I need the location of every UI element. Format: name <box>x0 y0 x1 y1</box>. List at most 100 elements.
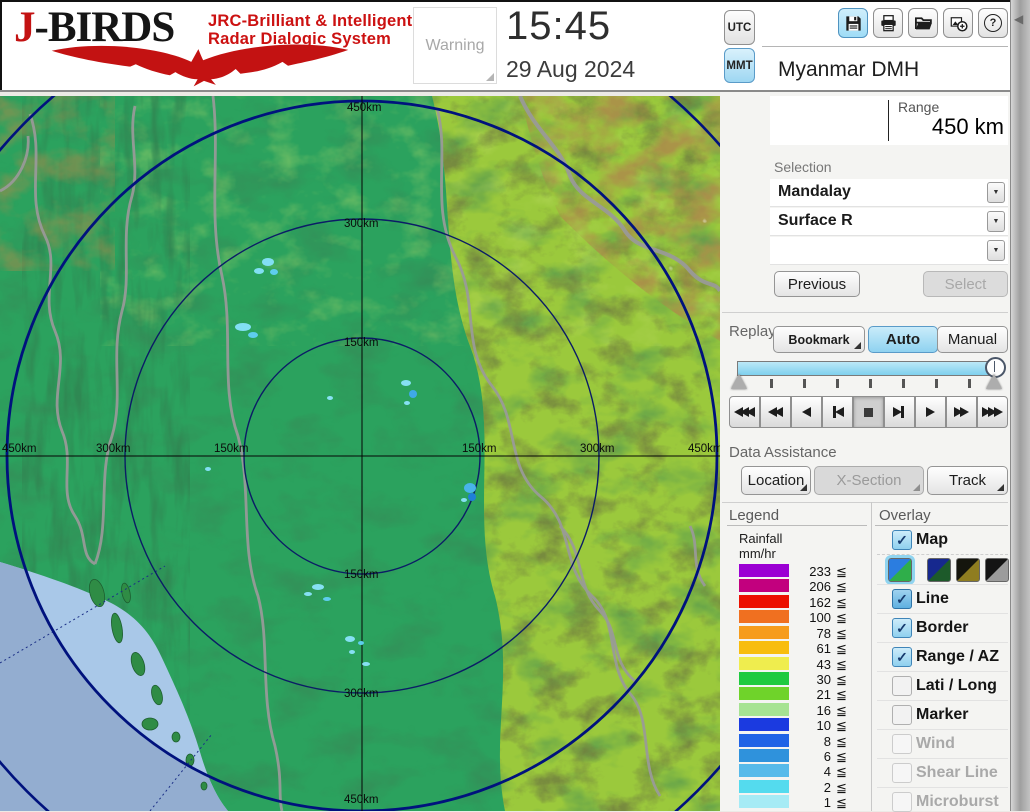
overlay-divider <box>877 671 1008 672</box>
manual-button[interactable]: Manual <box>937 326 1008 353</box>
fastest-forward-button[interactable] <box>977 396 1008 428</box>
map-style-swatch-1[interactable] <box>885 555 915 585</box>
play-reverse-button[interactable] <box>791 396 822 428</box>
radar-map[interactable]: 450km 300km 150km 150km 300km 450km 450k… <box>0 96 720 811</box>
save-icon <box>845 15 861 31</box>
wind-overlay-label: Wind <box>916 735 955 752</box>
legend-swatch <box>739 795 789 808</box>
range-az-checkbox[interactable]: ✓ <box>892 647 912 667</box>
bookmark-label: Bookmark <box>788 332 850 347</box>
j-birds-app: { "header": { "logo": { "brand_j": "J", … <box>0 0 1030 812</box>
slider-start-marker[interactable] <box>731 374 747 389</box>
product-dropdown[interactable]: Surface R ▼ <box>770 208 1008 236</box>
ring-label: 150km <box>214 443 249 455</box>
eagle-logo-icon <box>51 44 349 87</box>
slider-end-marker[interactable] <box>986 374 1002 389</box>
ring-label: 150km <box>462 443 497 455</box>
leq-symbol: ≦ <box>836 641 847 656</box>
auto-button[interactable]: Auto <box>868 326 938 353</box>
help-icon: ? <box>984 14 1002 32</box>
legend-underline <box>727 525 867 526</box>
leq-symbol: ≦ <box>836 718 847 733</box>
rewind-button[interactable] <box>760 396 791 428</box>
overlay-title: Overlay <box>879 507 931 524</box>
legend-swatch <box>739 610 789 623</box>
line-overlay-label: Line <box>916 590 949 607</box>
replay-label: Replay <box>729 323 776 340</box>
lati-long-checkbox[interactable]: ✓ <box>892 676 912 696</box>
overlay-divider <box>877 700 1008 701</box>
select-button: Select <box>923 271 1008 297</box>
leq-symbol: ≦ <box>836 795 847 810</box>
legend-swatch <box>739 780 789 793</box>
collapse-panel-icon[interactable]: ◀ <box>1014 12 1023 26</box>
add-image-button[interactable] <box>943 8 973 38</box>
fast-rewind-button[interactable] <box>729 396 760 428</box>
corner-arrow-icon <box>854 342 861 349</box>
extra-dropdown-arrow[interactable]: ▼ <box>987 240 1005 261</box>
legend-swatch <box>739 641 789 654</box>
extra-dropdown[interactable]: ▼ <box>770 237 1008 265</box>
product-dropdown-arrow[interactable]: ▼ <box>987 211 1005 232</box>
legend-swatch <box>739 703 789 716</box>
slider-tick <box>770 379 773 388</box>
legend-swatch <box>739 564 789 577</box>
ring-label: 150km <box>344 337 379 349</box>
check-icon: ✓ <box>896 648 908 665</box>
leq-symbol: ≦ <box>836 780 847 795</box>
print-button[interactable] <box>873 8 903 38</box>
location-button[interactable]: Location <box>741 466 811 495</box>
utc-button[interactable]: UTC <box>724 10 755 45</box>
marker-overlay-label: Marker <box>916 706 969 723</box>
station-name: Myanmar DMH <box>778 58 920 81</box>
step-forward-button[interactable] <box>884 396 915 428</box>
map-style-swatch-3[interactable] <box>956 558 980 582</box>
slider-tick <box>935 379 938 388</box>
open-folder-button[interactable] <box>908 8 938 38</box>
replay-slider-track[interactable] <box>737 361 995 376</box>
location-label: Location <box>747 472 805 489</box>
help-button[interactable]: ? <box>978 8 1008 38</box>
save-button[interactable] <box>838 8 868 38</box>
legend-swatch <box>739 595 789 608</box>
panel-edge-strip: ◀ <box>1010 0 1030 811</box>
overlay-divider <box>877 729 1008 730</box>
stop-button[interactable] <box>853 396 884 428</box>
range-value: 450 km <box>931 114 1004 139</box>
legend-unit-2: mm/hr <box>739 546 776 561</box>
previous-button[interactable]: Previous <box>774 271 860 297</box>
overlay-divider <box>877 613 1008 614</box>
step-back-button[interactable] <box>822 396 853 428</box>
legend-swatch <box>739 579 789 592</box>
bookmark-button[interactable]: Bookmark <box>773 326 865 353</box>
data-assistance-label: Data Assistance <box>729 444 837 461</box>
header: J-BIRDS JRC-Brilliant & Intelligent Rada… <box>0 0 1010 92</box>
map-checkbox[interactable]: ✓ <box>892 530 912 550</box>
x-section-button: X-Section <box>814 466 924 495</box>
track-label: Track <box>949 472 986 489</box>
site-dropdown[interactable]: Mandalay ▼ <box>770 179 1008 207</box>
warning-button[interactable]: Warning <box>413 7 497 84</box>
marker-checkbox[interactable]: ✓ <box>892 705 912 725</box>
legend-value: 6 <box>823 749 831 764</box>
ring-label: 300km <box>96 443 131 455</box>
shear-line-overlay-label: Shear Line <box>916 764 998 781</box>
track-button[interactable]: Track <box>927 466 1008 495</box>
overlay-underline <box>875 525 1008 526</box>
map-style-swatch-4[interactable] <box>985 558 1009 582</box>
ring-label: 300km <box>344 688 379 700</box>
play-button[interactable] <box>915 396 946 428</box>
map-overlay-label: Map <box>916 531 948 548</box>
fast-forward-button[interactable] <box>946 396 977 428</box>
check-icon: ✓ <box>896 619 908 636</box>
legend-swatch <box>739 718 789 731</box>
chevron-down-icon: ▼ <box>992 189 1000 196</box>
legend-value: 16 <box>816 703 831 718</box>
map-style-swatch-2[interactable] <box>927 558 951 582</box>
check-icon: ✓ <box>896 531 908 548</box>
leq-symbol: ≦ <box>836 672 847 687</box>
mmt-button[interactable]: MMT <box>724 48 755 83</box>
line-checkbox[interactable]: ✓ <box>892 589 912 609</box>
site-dropdown-arrow[interactable]: ▼ <box>987 182 1005 203</box>
border-checkbox[interactable]: ✓ <box>892 618 912 638</box>
